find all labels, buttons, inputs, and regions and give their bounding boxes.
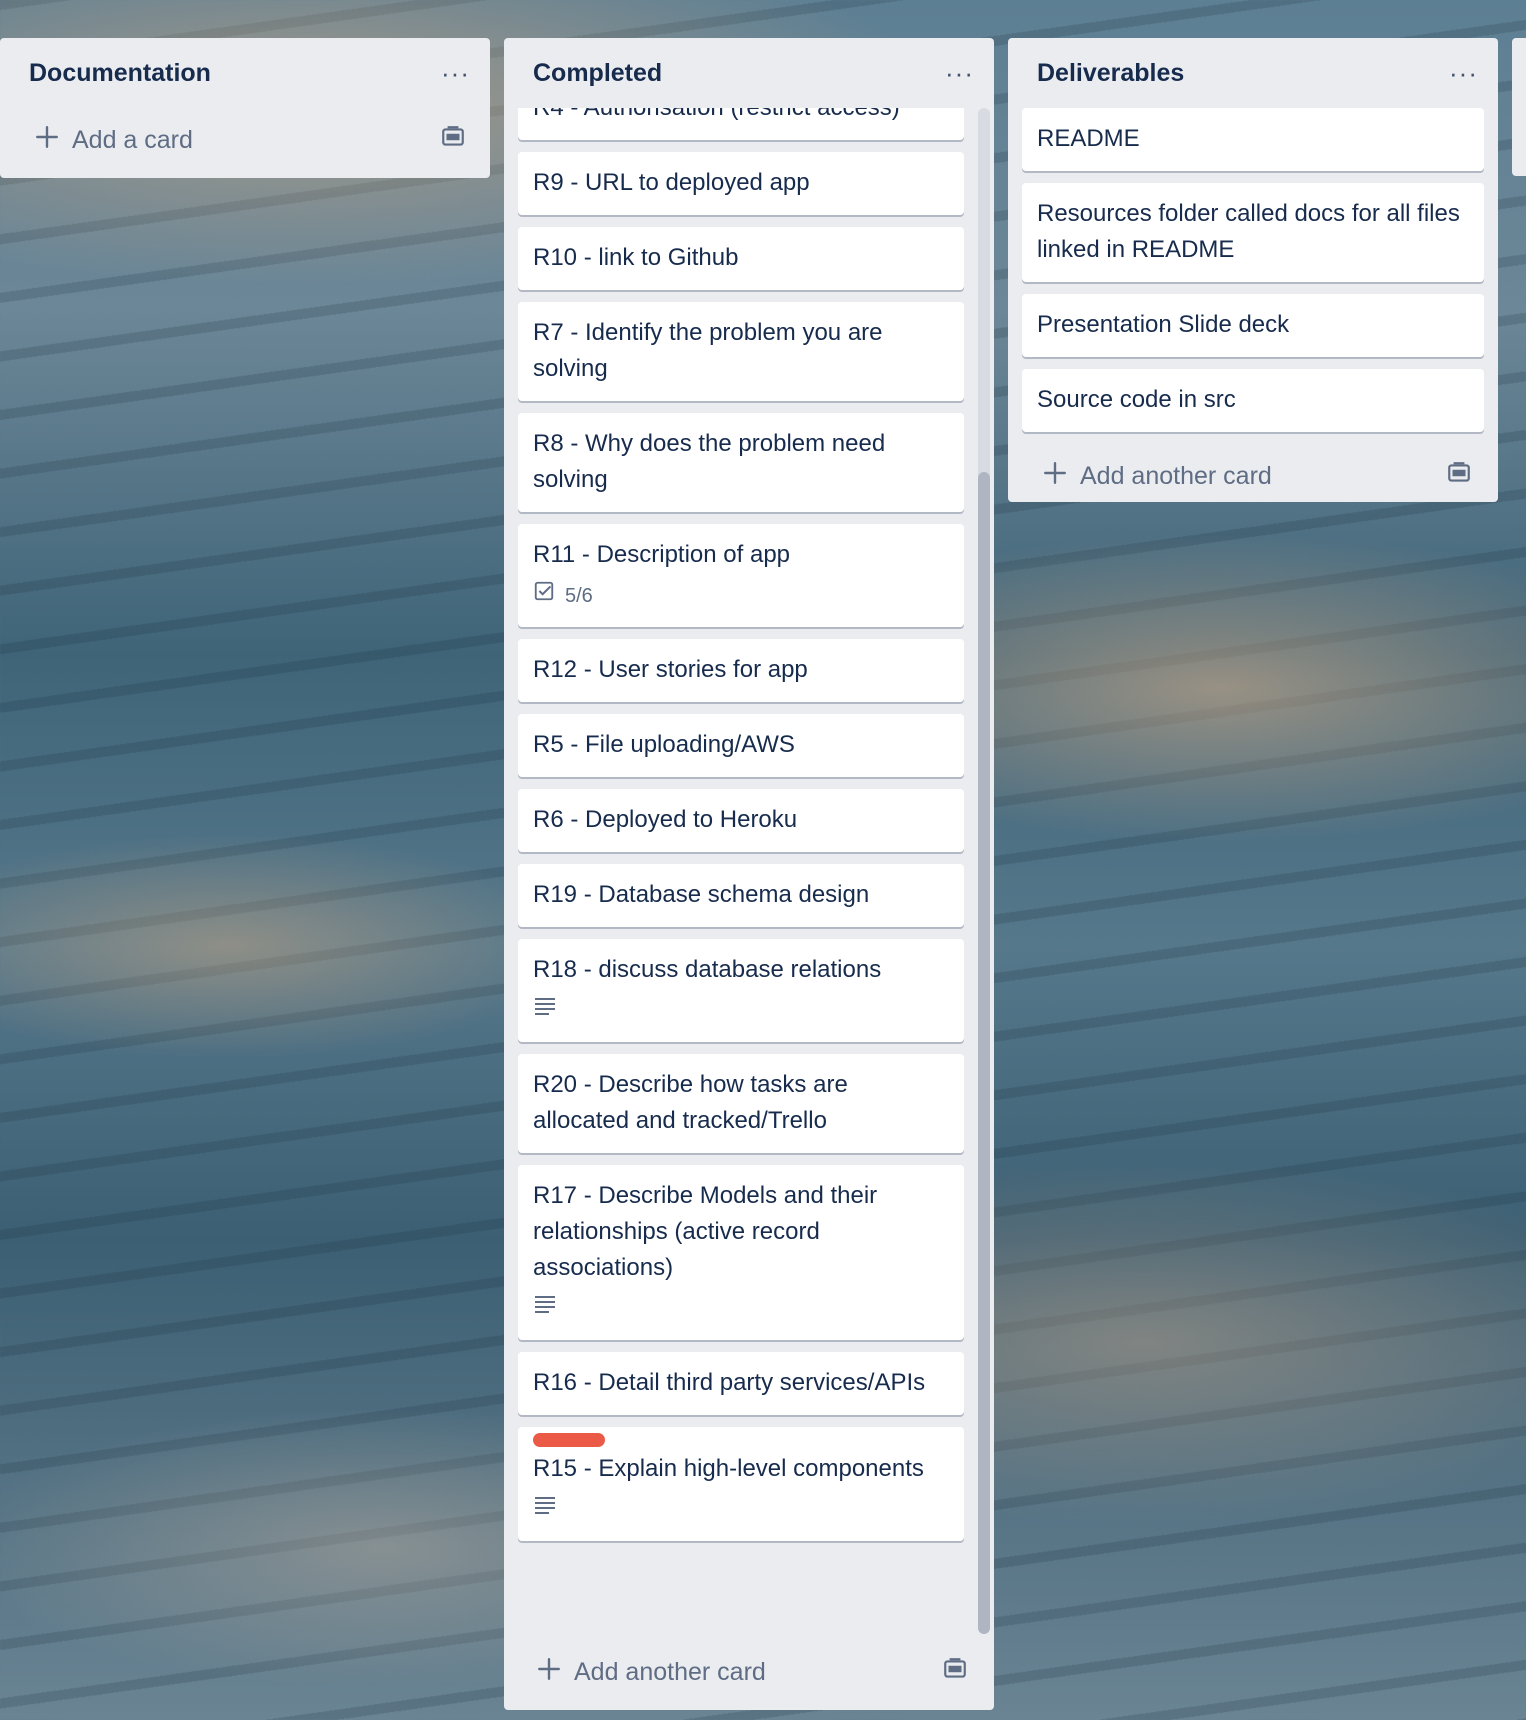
list-next-partial[interactable] xyxy=(1512,38,1526,176)
card[interactable]: R6 - Deployed to Heroku xyxy=(518,789,964,852)
card-list: README Resources folder called docs for … xyxy=(1008,108,1498,432)
card[interactable]: R4 - Authorisation (restrict access) xyxy=(518,108,964,140)
card-title: R9 - URL to deployed app xyxy=(533,169,810,196)
card[interactable]: README xyxy=(1022,108,1484,171)
list-menu-button[interactable]: ··· xyxy=(437,56,474,90)
card[interactable]: R17 - Describe Models and their relation… xyxy=(518,1165,964,1340)
card-badges xyxy=(533,1292,949,1326)
card-list: R4 - Authorisation (restrict access) R9 … xyxy=(504,108,994,1541)
list-header: Completed ··· xyxy=(504,38,994,108)
card-label-red[interactable] xyxy=(533,1433,605,1447)
card-list-scroll-area[interactable]: R4 - Authorisation (restrict access) R9 … xyxy=(504,108,994,1634)
card-title: R12 - User stories for app xyxy=(533,656,808,683)
card-title: R6 - Deployed to Heroku xyxy=(533,806,798,833)
add-card-area[interactable]: Add another card xyxy=(1042,460,1272,493)
card-title: Resources folder called docs for all fil… xyxy=(1037,200,1460,263)
card-title: R15 - Explain high-level components xyxy=(533,1455,924,1482)
add-card-button[interactable]: Add another card xyxy=(504,1634,994,1710)
list-documentation: Documentation ··· Add a card xyxy=(0,38,490,178)
plus-icon xyxy=(34,124,72,157)
card-title: R18 - discuss database relations xyxy=(533,956,882,983)
add-card-label: Add another card xyxy=(1080,461,1272,490)
list-header: Deliverables ··· xyxy=(1008,38,1498,108)
card-title: R10 - link to Github xyxy=(533,244,739,271)
card-title: R20 - Describe how tasks are allocated a… xyxy=(533,1071,848,1134)
card-template-icon[interactable] xyxy=(942,1656,968,1689)
list-completed: Completed ··· R4 - Authorisation (restri… xyxy=(504,38,994,1710)
card-title: R17 - Describe Models and their relation… xyxy=(533,1182,878,1281)
card[interactable]: R19 - Database schema design xyxy=(518,864,964,927)
list-title[interactable]: Documentation xyxy=(29,59,211,88)
list-menu-button[interactable]: ··· xyxy=(941,56,978,90)
card-title: R11 - Description of app xyxy=(533,541,791,568)
plus-icon xyxy=(1042,460,1080,493)
card[interactable]: R16 - Detail third party services/APIs xyxy=(518,1352,964,1415)
add-card-button[interactable]: Add another card xyxy=(1008,444,1498,508)
add-card-label: Add a card xyxy=(72,125,193,154)
card-badges xyxy=(533,994,949,1028)
description-icon xyxy=(533,1291,557,1327)
card[interactable]: R11 - Description of app 5/6 xyxy=(518,524,964,627)
card-badges: 5/6 xyxy=(533,579,949,613)
description-icon xyxy=(533,993,557,1029)
card[interactable]: Source code in src xyxy=(1022,369,1484,432)
card-title: R5 - File uploading/AWS xyxy=(533,731,795,758)
card-title: README xyxy=(1037,125,1140,152)
card-title: R7 - Identify the problem you are solvin… xyxy=(533,319,883,382)
description-icon xyxy=(533,1492,557,1528)
card-title: R16 - Detail third party services/APIs xyxy=(533,1369,926,1396)
list-header: Documentation ··· xyxy=(0,38,490,108)
add-card-button[interactable]: Add a card xyxy=(0,108,490,172)
card[interactable]: R9 - URL to deployed app xyxy=(518,152,964,215)
plus-icon xyxy=(536,1656,574,1689)
card-title: R4 - Authorisation (restrict access) xyxy=(533,108,900,121)
add-card-area[interactable]: Add another card xyxy=(536,1656,766,1689)
card-title: Presentation Slide deck xyxy=(1037,311,1290,338)
checklist-icon xyxy=(533,578,565,614)
checklist-badge: 5/6 xyxy=(533,578,593,614)
add-card-area[interactable]: Add a card xyxy=(34,124,193,157)
list-title[interactable]: Deliverables xyxy=(1037,59,1184,88)
card[interactable]: R20 - Describe how tasks are allocated a… xyxy=(518,1054,964,1153)
card-title: Source code in src xyxy=(1037,386,1236,413)
card-template-icon[interactable] xyxy=(440,124,466,157)
card[interactable]: R8 - Why does the problem need solving xyxy=(518,413,964,512)
list-deliverables: Deliverables ··· README Resources folder… xyxy=(1008,38,1498,502)
card[interactable]: R18 - discuss database relations xyxy=(518,939,964,1042)
checklist-count: 5/6 xyxy=(565,585,593,607)
list-menu-button[interactable]: ··· xyxy=(1445,56,1482,90)
scrollbar-thumb[interactable] xyxy=(978,472,990,1634)
card[interactable]: R5 - File uploading/AWS xyxy=(518,714,964,777)
card[interactable]: R7 - Identify the problem you are solvin… xyxy=(518,302,964,401)
card[interactable]: R15 - Explain high-level components xyxy=(518,1427,964,1541)
card[interactable]: R10 - link to Github xyxy=(518,227,964,290)
card-title: R19 - Database schema design xyxy=(533,881,870,908)
add-card-label: Add another card xyxy=(574,1657,766,1686)
card-template-icon[interactable] xyxy=(1446,460,1472,493)
card[interactable]: Presentation Slide deck xyxy=(1022,294,1484,357)
card[interactable]: R12 - User stories for app xyxy=(518,639,964,702)
card-badges xyxy=(533,1493,949,1527)
card[interactable]: Resources folder called docs for all fil… xyxy=(1022,183,1484,282)
card-title: R8 - Why does the problem need solving xyxy=(533,430,886,493)
list-title[interactable]: Completed xyxy=(533,59,662,88)
